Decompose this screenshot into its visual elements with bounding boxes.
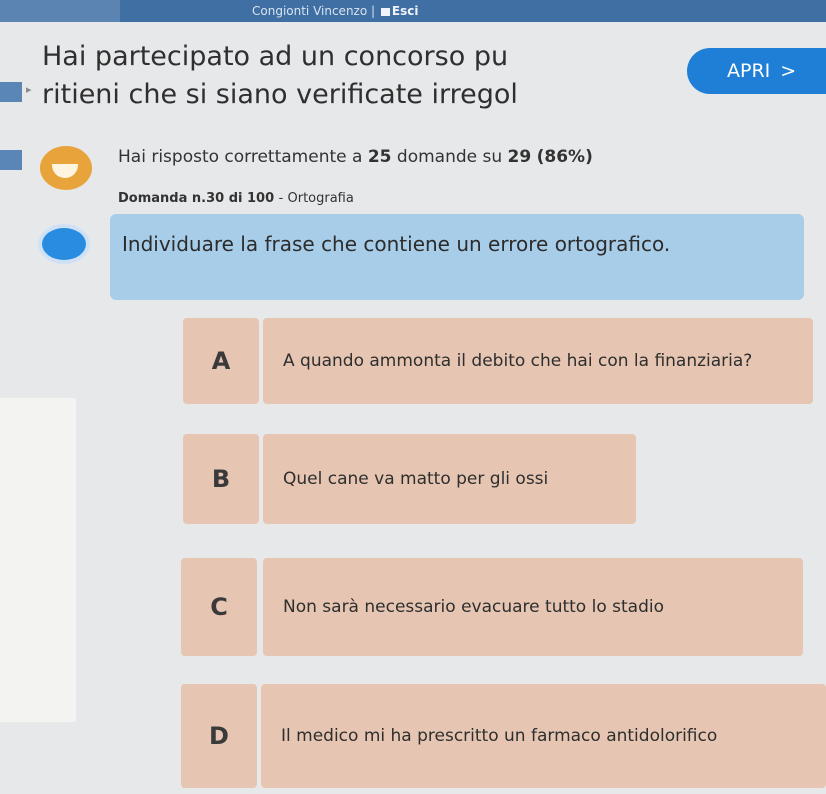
score-middle: domande su xyxy=(396,147,503,167)
chevron-right-icon: > xyxy=(780,60,797,82)
answer-text-box: A quando ammonta il debito che hai con l… xyxy=(263,318,813,404)
exit-icon xyxy=(380,7,390,16)
answer-option-d[interactable]: D Il medico mi ha prescritto un farmaco … xyxy=(181,684,826,788)
user-info: Congionti Vincenzo | Esci xyxy=(252,3,418,19)
answer-letter: B xyxy=(183,434,259,524)
answer-option-c[interactable]: C Non sarà necessario evacuare tutto lo … xyxy=(181,558,803,656)
user-separator: | xyxy=(371,4,376,18)
top-bar: Congionti Vincenzo | Esci xyxy=(0,0,826,22)
user-name: Congionti Vincenzo xyxy=(252,4,368,18)
smiley-icon xyxy=(40,146,92,190)
answer-text: A quando ammonta il debito che hai con l… xyxy=(283,351,753,371)
question-number: Domanda n.30 di 100 xyxy=(118,191,275,206)
answer-text-box: Quel cane va matto per gli ossi xyxy=(263,434,636,524)
exit-label: Esci xyxy=(391,4,419,18)
score-percent: (86%) xyxy=(536,147,593,167)
top-bar-left-area xyxy=(0,0,120,22)
question-dot-icon xyxy=(38,224,90,264)
background-panel xyxy=(0,398,76,722)
banner-line-1: Hai partecipato ad un concorso pu xyxy=(42,41,509,72)
answer-option-a[interactable]: A A quando ammonta il debito che hai con… xyxy=(183,318,813,404)
score-summary: Hai risposto correttamente a 25 domande … xyxy=(118,146,593,168)
answer-letter: D xyxy=(181,684,257,788)
total-count: 29 xyxy=(507,147,532,167)
score-prefix: Hai risposto correttamente a xyxy=(118,147,363,167)
answer-letter: A xyxy=(183,318,259,404)
open-button-label: APRI xyxy=(727,60,771,82)
correct-count: 25 xyxy=(367,147,392,167)
question-info: Domanda n.30 di 100 - Ortografia xyxy=(118,190,354,208)
answer-text-box: Non sarà necessario evacuare tutto lo st… xyxy=(263,558,803,656)
banner-line-2: ritieni che si siano verificate irregol xyxy=(42,79,518,110)
answer-text-box: Il medico mi ha prescritto un farmaco an… xyxy=(261,684,826,788)
smiley-mouth xyxy=(52,164,78,178)
side-tab[interactable] xyxy=(0,150,22,170)
exit-link[interactable]: Esci xyxy=(379,4,419,18)
answer-text: Quel cane va matto per gli ossi xyxy=(283,469,549,489)
answer-text: Non sarà necessario evacuare tutto lo st… xyxy=(283,597,664,617)
side-tab[interactable] xyxy=(0,82,22,102)
open-button[interactable]: APRI > xyxy=(687,48,826,94)
question-topic: - Ortografia xyxy=(278,191,354,206)
answer-letter: C xyxy=(181,558,257,656)
question-box: Individuare la frase che contiene un err… xyxy=(110,214,804,300)
answer-option-b[interactable]: B Quel cane va matto per gli ossi xyxy=(183,434,636,524)
question-text: Individuare la frase che contiene un err… xyxy=(122,232,671,256)
answer-text: Il medico mi ha prescritto un farmaco an… xyxy=(281,726,718,746)
caret-right-icon: ▸ xyxy=(26,83,32,96)
